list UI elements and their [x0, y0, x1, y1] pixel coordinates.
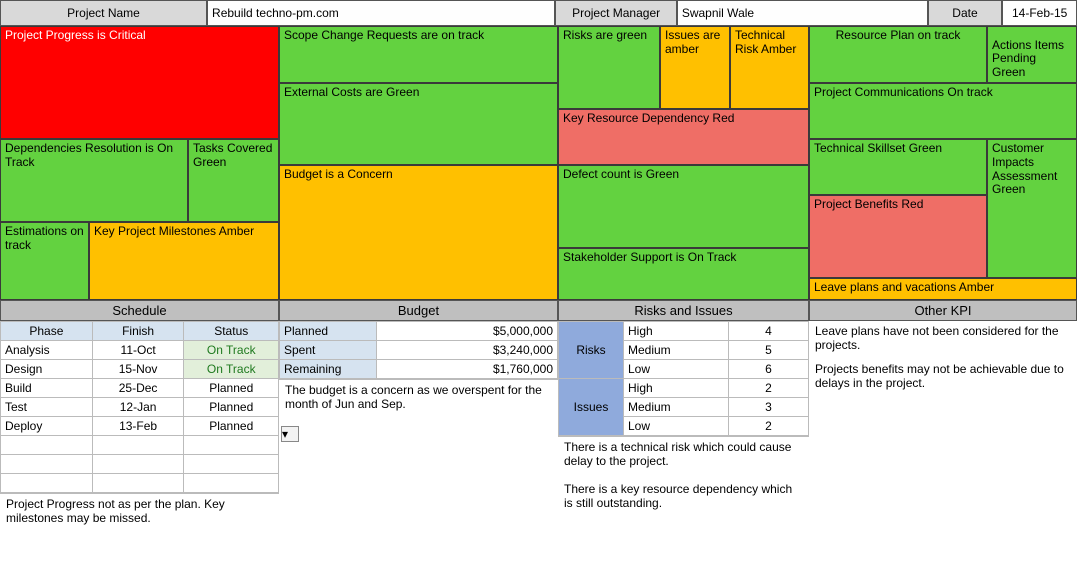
hm-proj-comms: Project Communications On track [809, 83, 1077, 139]
table-row: Deploy13-FebPlanned [1, 417, 279, 436]
hm-estimations: Estimations on track [0, 222, 89, 300]
schedule-section: Schedule Phase Finish Status Analysis11-… [0, 300, 279, 545]
table-row: Test12-JanPlanned [1, 398, 279, 417]
pm-value: Swapnil Wale [677, 0, 928, 26]
table-row: Planned$5,000,000 [280, 322, 558, 341]
budget-table: Planned$5,000,000 Spent$3,240,000 Remain… [279, 321, 558, 379]
risks-table: RisksHigh4 Medium5 Low6 IssuesHigh2 Medi… [558, 321, 809, 436]
issues-label: Issues [559, 379, 624, 436]
schedule-note: Project Progress not as per the plan. Ke… [0, 493, 279, 545]
schedule-col-phase: Phase [1, 322, 93, 341]
schedule-col-finish: Finish [92, 322, 184, 341]
date-value: 14-Feb-15 [1002, 0, 1077, 26]
hm-stakeholder: Stakeholder Support is On Track [558, 248, 809, 300]
table-row: Remaining$1,760,000 [280, 360, 558, 379]
budget-section: Budget Planned$5,000,000 Spent$3,240,000… [279, 300, 558, 545]
project-name-value: Rebuild techno-pm.com [207, 0, 555, 26]
kpi-section: Other KPI Leave plans have not been cons… [809, 300, 1077, 545]
pm-label: Project Manager [555, 0, 676, 26]
top-header: Project Name Rebuild techno-pm.com Proje… [0, 0, 1077, 26]
risks-header: Risks and Issues [558, 300, 809, 321]
hm-defect-count: Defect count is Green [558, 165, 809, 248]
hm-key-resource-dep: Key Resource Dependency Red [558, 109, 809, 165]
lower-grid: Schedule Phase Finish Status Analysis11-… [0, 300, 1077, 545]
hm-external-costs: External Costs are Green [279, 83, 558, 165]
project-name-label: Project Name [0, 0, 207, 26]
budget-header: Budget [279, 300, 558, 321]
schedule-header: Schedule [0, 300, 279, 321]
hm-deps-resolution: Dependencies Resolution is On Track [0, 139, 188, 222]
schedule-col-status: Status [184, 322, 279, 341]
hm-scope-change: Scope Change Requests are on track [279, 26, 558, 83]
dropdown-handle-icon[interactable]: ▾ [281, 426, 299, 442]
budget-note: The budget is a concern as we overspent … [279, 379, 558, 424]
hm-resource-plan: Resource Plan on track [809, 26, 987, 83]
table-row: Spent$3,240,000 [280, 341, 558, 360]
hm-tech-skillset: Technical Skillset Green [809, 139, 987, 195]
hm-issues-amber: Issues are amber [660, 26, 730, 109]
hm-tech-risk-amber: Technical Risk Amber [730, 26, 809, 109]
kpi-note1: Leave plans have not been considered for… [809, 321, 1077, 355]
hm-risks-green: Risks are green [558, 26, 660, 109]
date-label: Date [928, 0, 1003, 26]
heatmap-grid: Project Progress is Critical Dependencie… [0, 26, 1077, 300]
hm-leave-plans: Leave plans and vacations Amber [809, 278, 1077, 300]
hm-project-progress: Project Progress is Critical [0, 26, 279, 139]
hm-budget-concern: Budget is a Concern [279, 165, 558, 300]
table-row: Build25-DecPlanned [1, 379, 279, 398]
table-row: Analysis11-OctOn Track [1, 341, 279, 360]
kpi-header: Other KPI [809, 300, 1077, 321]
risks-section: Risks and Issues RisksHigh4 Medium5 Low6… [558, 300, 809, 545]
schedule-table: Phase Finish Status Analysis11-OctOn Tra… [0, 321, 279, 493]
table-row: RisksHigh4 [559, 322, 809, 341]
hm-proj-benefits: Project Benefits Red [809, 195, 987, 278]
risks-label: Risks [559, 322, 624, 379]
kpi-note2: Projects benefits may not be achievable … [809, 359, 1077, 393]
hm-actions-items: Actions Items Pending Green [987, 26, 1077, 83]
table-row: IssuesHigh2 [559, 379, 809, 398]
risks-note2: There is a key resource dependency which… [558, 479, 809, 513]
hm-customer-impacts: Customer Impacts Assessment Green [987, 139, 1077, 278]
table-row: Design15-NovOn Track [1, 360, 279, 379]
hm-key-milestones: Key Project Milestones Amber [89, 222, 279, 300]
risks-note1: There is a technical risk which could ca… [558, 436, 809, 471]
hm-tasks-covered: Tasks Covered Green [188, 139, 279, 222]
